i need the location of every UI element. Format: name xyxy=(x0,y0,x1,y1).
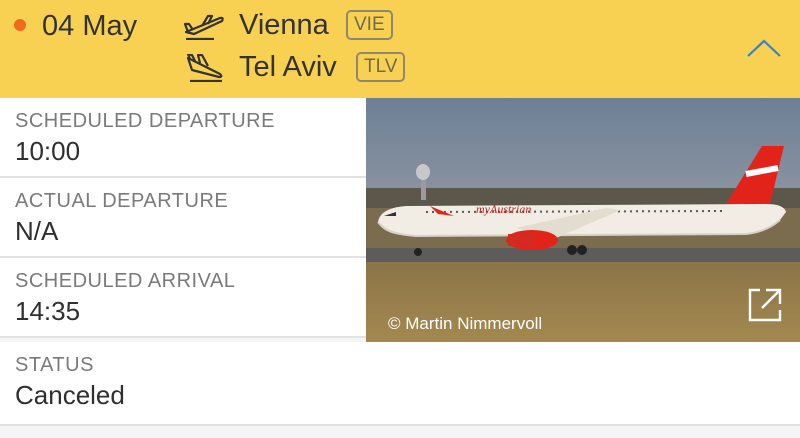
detail-label: ACTUAL DEPARTURE xyxy=(15,190,229,212)
external-link-icon[interactable] xyxy=(746,286,784,324)
flight-date: 04 May xyxy=(42,10,138,42)
flight-header[interactable]: 04 May Vienna VIE Tel Aviv TLV xyxy=(0,0,800,98)
flight-details-list: SCHEDULED DEPARTURE 10:00 ACTUAL DEPARTU… xyxy=(0,98,366,338)
detail-value: 10:00 xyxy=(15,136,81,166)
chevron-up-icon[interactable] xyxy=(744,36,784,60)
plane-landing-icon xyxy=(186,54,223,82)
status-label: STATUS xyxy=(15,354,94,376)
detail-row-scheduled-arrival: SCHEDULED ARRIVAL 14:35 xyxy=(0,258,366,338)
departure-city: Vienna xyxy=(239,9,329,41)
plane-takeoff-icon xyxy=(184,14,224,40)
detail-row-scheduled-departure: SCHEDULED DEPARTURE 10:00 xyxy=(0,98,366,178)
detail-value: N/A xyxy=(15,216,59,246)
status-dot-icon xyxy=(14,19,26,31)
arrival-city: Tel Aviv xyxy=(239,51,337,83)
detail-label: SCHEDULED DEPARTURE xyxy=(15,110,275,132)
aircraft-photo[interactable]: myAustrian © Martin Nimmervoll xyxy=(366,98,800,342)
detail-row-actual-departure: ACTUAL DEPARTURE N/A xyxy=(0,178,366,258)
livery-text: myAustrian xyxy=(476,202,531,216)
arrival-code-badge: TLV xyxy=(356,52,406,82)
photo-credit: © Martin Nimmervoll xyxy=(388,314,543,333)
aircraft-image: myAustrian xyxy=(366,98,800,342)
departure-code-badge: VIE xyxy=(346,10,393,40)
detail-row-status: STATUS Canceled xyxy=(0,342,800,426)
status-value: Canceled xyxy=(15,380,125,410)
detail-value: 14:35 xyxy=(15,296,81,326)
detail-label: SCHEDULED ARRIVAL xyxy=(15,270,236,292)
